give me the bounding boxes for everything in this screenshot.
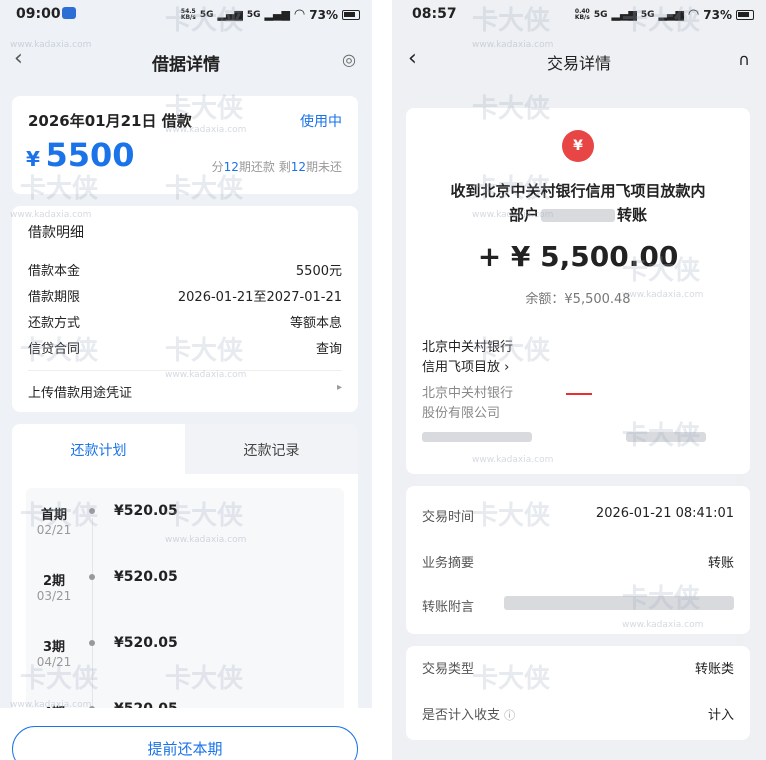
info-circle-icon: ⓘ — [504, 709, 516, 722]
nav-bar: ‹ 交易详情 ∩ — [392, 42, 766, 80]
bottom-bar: 提前还本期 — [0, 708, 372, 760]
plan-item: 3期 04/21 ¥520.05 — [36, 635, 178, 669]
chevron-right-icon: ▸ — [336, 382, 342, 393]
transaction-info-card: 交易时间 2026-01-21 08:41:01 业务摘要 转账 转账附言 — [406, 486, 750, 634]
tab-repayment-plan[interactable]: 还款计划 — [12, 424, 185, 474]
status-icons: 54.5 KB/s 5G ▂▄▆ 5G ▂▄▆ ◠ 73% — [181, 7, 360, 22]
loan-status-badge: 使用中 — [300, 114, 342, 130]
battery-percent: 73% — [309, 7, 338, 22]
chevron-right-icon: › — [504, 360, 510, 375]
prepay-button[interactable]: 提前还本期 — [12, 726, 358, 760]
plan-item: 2期 03/21 ¥520.05 — [36, 569, 178, 603]
plan-item: 首期 02/21 ¥520.05 — [36, 503, 178, 537]
pane-divider — [372, 0, 392, 760]
payer-account[interactable]: 北京中关村银行 信用飞项目放 › — [422, 338, 513, 378]
loan-detail-card: 借款明细 借款本金 5500元 借款期限 2026-01-21至2027-01-21… — [12, 206, 358, 412]
divider — [28, 370, 342, 371]
redacted-blur — [422, 432, 532, 442]
detail-row-contract[interactable]: 信贷合同 查询 — [28, 338, 342, 357]
loan-term-summary: 分12期还款 剩12期未还 — [211, 160, 342, 174]
status-bar: 09:00 54.5 KB/s 5G ▂▄▆ 5G ▂▄▆ ◠ 73% — [0, 0, 372, 30]
network-speed: 54.5 KB/s — [180, 7, 196, 21]
timeline-dot — [89, 574, 95, 580]
wifi-icon: ◠ — [687, 7, 700, 22]
info-row-type: 交易类型 转账类 — [422, 662, 734, 677]
transaction-title-line1: 收到北京中关村银行信用飞项目放款内 — [450, 182, 706, 200]
detail-row-principal: 借款本金 5500元 — [28, 264, 342, 279]
info-row-counted: 是否计入收支 ⓘ 计入 — [422, 708, 734, 723]
signal-icon: 5G — [199, 9, 214, 20]
signal-bars-icon: ▂▄▆ — [611, 8, 637, 21]
battery-icon — [342, 9, 360, 20]
screenshot-root: 09:00 54.5 KB/s 5G ▂▄▆ 5G ▂▄▆ ◠ 73% ‹ 借据详… — [0, 0, 766, 760]
loan-summary-card: 2026年01月21日 借款 使用中 ¥ 5500 分12期还款 剩12期未还 — [12, 96, 358, 194]
info-row-summary: 业务摘要 转账 — [422, 556, 734, 571]
signal-icon-2: 5G — [640, 9, 655, 20]
upload-voucher-link[interactable]: 上传借款用途凭证 ▸ — [28, 382, 342, 401]
repayment-plan-list: 首期 02/21 ¥520.05 2期 03/21 ¥520.05 3期 04/… — [26, 488, 344, 724]
redacted-blur — [626, 432, 706, 442]
redacted-blur — [504, 596, 734, 610]
wifi-icon: ◠ — [293, 7, 306, 22]
transfer-in-icon: ¥ — [562, 130, 594, 162]
timeline-dot — [89, 508, 95, 514]
info-row-remark: 转账附言 — [422, 596, 734, 615]
detail-row-term: 借款期限 2026-01-21至2027-01-21 — [28, 290, 342, 305]
transaction-amount: + ¥ 5,500.00 — [477, 240, 679, 273]
info-row-time: 交易时间 2026-01-21 08:41:01 — [422, 506, 734, 525]
transaction-title-line2: 部户 转账 — [508, 206, 648, 224]
customer-service-icon[interactable]: ◎ — [342, 50, 356, 69]
transfer-arrow-icon — [566, 393, 592, 395]
status-icons: 0.40 KB/s 5G ▂▄▆ 5G ▂▄▆ ◠ 73% — [575, 7, 754, 22]
app-notification-icon — [62, 7, 76, 19]
signal-bars-icon-2: ▂▄▆ — [264, 8, 290, 21]
status-bar: 08:57 0.40 KB/s 5G ▂▄▆ 5G ▂▄▆ ◠ 73% — [392, 0, 766, 30]
loan-date-label: 2026年01月21日 借款 — [28, 112, 192, 130]
battery-percent: 73% — [703, 7, 732, 22]
payer-bank: 北京中关村银行 股份有限公司 — [422, 386, 514, 421]
headset-icon[interactable]: ∩ — [738, 50, 750, 69]
transaction-detail-screen: 08:57 0.40 KB/s 5G ▂▄▆ 5G ▂▄▆ ◠ 73% ‹ 交易详… — [392, 0, 766, 760]
status-time: 08:57 — [412, 6, 457, 22]
signal-bars-icon-2: ▂▄▆ — [658, 8, 684, 21]
tab-repayment-record[interactable]: 还款记录 — [185, 424, 358, 474]
timeline-dot — [89, 640, 95, 646]
signal-bars-icon: ▂▄▆ — [217, 8, 243, 21]
signal-icon-2: 5G — [246, 9, 261, 20]
signal-icon: 5G — [593, 9, 608, 20]
loan-amount: ¥ 5500 — [26, 136, 135, 174]
status-time: 09:00 — [16, 6, 61, 22]
detail-row-method: 还款方式 等额本息 — [28, 316, 342, 331]
battery-icon — [736, 9, 754, 20]
page-title: 借据详情 — [152, 55, 220, 75]
network-speed: 0.40 KB/s — [574, 7, 590, 21]
loan-detail-screen: 09:00 54.5 KB/s 5G ▂▄▆ 5G ▂▄▆ ◠ 73% ‹ 借据详… — [0, 0, 372, 760]
nav-bar: ‹ 借据详情 ◎ — [0, 42, 372, 80]
transaction-type-card: 交易类型 转账类 是否计入收支 ⓘ 计入 — [406, 646, 750, 740]
balance-text: 余额：¥5,500.48 — [525, 292, 631, 307]
transaction-card: ¥ 收到北京中关村银行信用飞项目放款内 部户 转账 + ¥ 5,500.00 余额… — [406, 108, 750, 474]
page-title: 交易详情 — [546, 54, 611, 73]
detail-heading: 借款明细 — [28, 225, 84, 241]
redacted-blur — [541, 209, 615, 222]
repayment-card: 还款计划 还款记录 首期 02/21 ¥520.05 2期 03/21 ¥520… — [12, 424, 358, 724]
